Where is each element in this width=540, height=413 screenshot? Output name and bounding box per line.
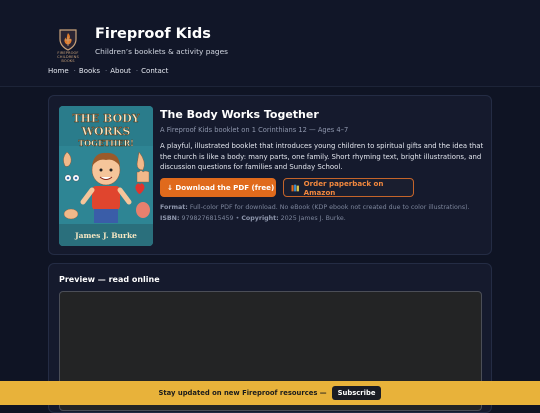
cover-title-line1: THE BODY bbox=[72, 112, 139, 125]
nav-separator: · bbox=[73, 67, 76, 75]
format-value: Full-color PDF for download. No eBook (K… bbox=[189, 204, 470, 211]
site-header: FIREPROOF CHILDRENS BOOKS Fireproof Kids… bbox=[0, 0, 540, 87]
copyright-label: Copyright: bbox=[241, 214, 279, 222]
site-tagline: Children’s booklets & activity pages bbox=[95, 47, 229, 56]
book-subtitle: A Fireproof Kids booklet on 1 Corinthian… bbox=[160, 126, 349, 134]
nav-home[interactable]: Home bbox=[48, 67, 69, 75]
nav-about[interactable]: About bbox=[110, 67, 131, 75]
order-amazon-label: Order paperback on Amazon bbox=[303, 178, 384, 197]
copyright-value: 2025 James J. Burke. bbox=[280, 214, 346, 222]
cover-title-line2: WORKS bbox=[81, 125, 131, 138]
cover-author: James J. Burke bbox=[74, 231, 137, 240]
logo-caption: FIREPROOF CHILDRENS BOOKS bbox=[57, 51, 79, 63]
nav-separator: · bbox=[104, 67, 108, 75]
nav-books[interactable]: Books bbox=[79, 67, 100, 75]
book-description: A playful, illustrated booklet that intr… bbox=[160, 142, 484, 172]
book-title: The Body Works Together bbox=[160, 108, 319, 121]
subscribe-banner: Stay updated on new Fireproof resources … bbox=[0, 381, 540, 405]
isbn-label: ISBN: bbox=[160, 214, 180, 222]
book-cover-image: THE BODY WORKS TOGETHER! James J. Burke bbox=[59, 106, 153, 246]
book-cover-art: THE BODY WORKS TOGETHER! James J. Burke bbox=[59, 106, 153, 246]
site-title[interactable]: Fireproof Kids bbox=[95, 26, 211, 42]
download-pdf-label: ↓ Download the PDF (free) bbox=[167, 183, 275, 192]
preview-title: Preview — read online bbox=[59, 275, 160, 284]
subscribe-button[interactable]: Subscribe bbox=[331, 386, 382, 400]
nav-contact[interactable]: Contact bbox=[141, 67, 168, 75]
format-line: Format: Full-color PDF for download. No … bbox=[160, 203, 490, 214]
shield-logo-icon[interactable] bbox=[55, 26, 81, 52]
banner-text: Stay updated on new Fireproof resources … bbox=[158, 389, 327, 397]
book-card: THE BODY WORKS TOGETHER! James J. Burke … bbox=[48, 95, 492, 255]
order-amazon-button[interactable]: Order paperback on Amazon bbox=[283, 178, 414, 197]
nav-separator: · bbox=[135, 67, 139, 75]
format-label: Format: bbox=[160, 204, 188, 211]
download-pdf-button[interactable]: ↓ Download the PDF (free) bbox=[160, 178, 276, 197]
book-meta: Format: Full-color PDF for download. No … bbox=[160, 203, 490, 224]
books-icon bbox=[291, 184, 299, 191]
isbn-value: 9798276815459 bbox=[181, 214, 234, 222]
cover-title-line3: TOGETHER! bbox=[78, 138, 134, 148]
main-nav: Home · Books · About · Contact bbox=[48, 67, 168, 75]
isbn-line: ISBN: 9798276815459 • Copyright: 2025 Ja… bbox=[160, 214, 346, 222]
